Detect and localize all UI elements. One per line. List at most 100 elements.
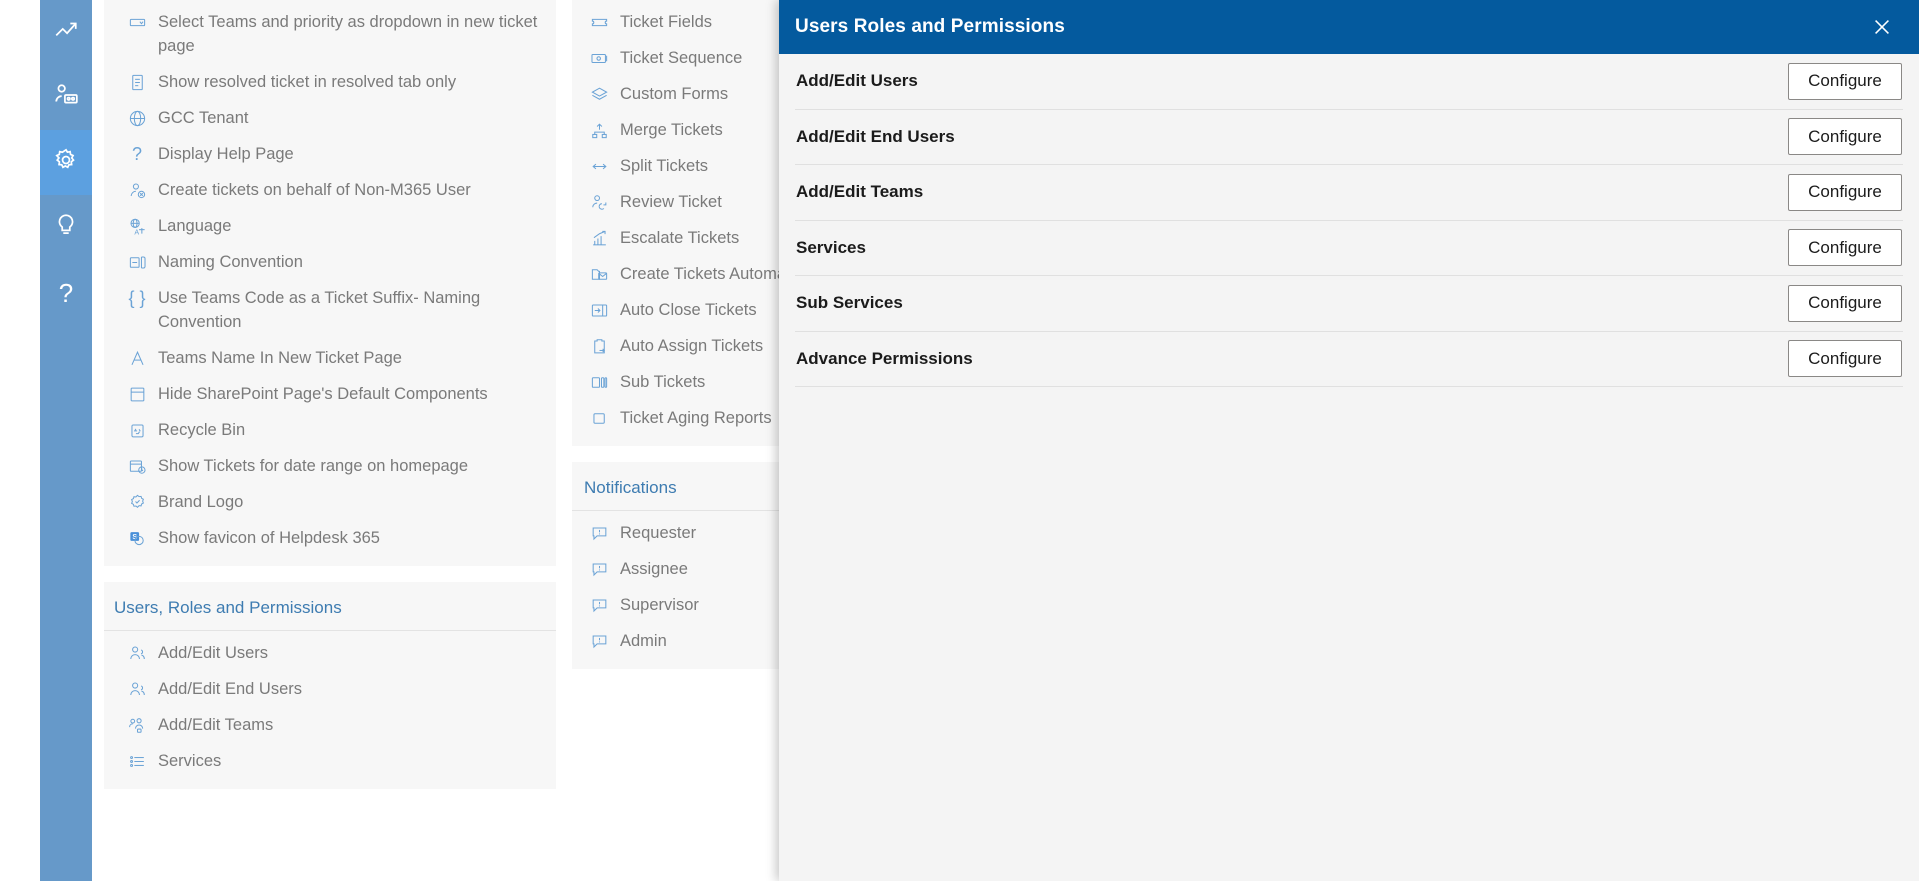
urp-label: Add/Edit Users — [158, 644, 269, 662]
dropdown-icon — [126, 11, 148, 33]
configure-button[interactable]: Configure — [1788, 340, 1902, 378]
ticket-item-ticket-fields[interactable]: Ticket Fields — [572, 4, 790, 40]
ticket-label: Custom Forms — [620, 85, 729, 103]
layers-icon — [588, 83, 610, 105]
urp-item-add-edit-users[interactable]: Add/Edit Users — [104, 635, 556, 671]
notification-label: Supervisor — [620, 596, 699, 614]
notification-label: Requester — [620, 524, 697, 542]
rail-item-analytics[interactable] — [40, 0, 92, 65]
agents-icon — [53, 82, 79, 113]
setting-item-show-tickets-date-range[interactable]: Show Tickets for date range on homepage — [104, 448, 556, 484]
analytics-icon — [53, 17, 79, 48]
clipboard-icon — [588, 335, 610, 357]
permission-row-advance-permissions: Advance Permissions Configure — [795, 332, 1903, 387]
naming-icon — [126, 251, 148, 273]
app-root: ? Select Teams and priority as dropdown … — [0, 0, 1919, 881]
escalate-icon — [588, 227, 610, 249]
ticket-item-create-tickets-automatically[interactable]: Create Tickets Automatically — [572, 256, 827, 292]
ticket-icon — [588, 11, 610, 33]
rail-item-help[interactable]: ? — [40, 260, 92, 325]
setting-label: Show Tickets for date range on homepage — [158, 457, 469, 475]
setting-item-create-tickets-non-m365[interactable]: Create tickets on behalf of Non-M365 Use… — [104, 172, 556, 208]
notification-item-supervisor[interactable]: Supervisor — [572, 587, 790, 623]
ticket-item-auto-close-tickets[interactable]: Auto Close Tickets — [572, 292, 790, 328]
urp-item-add-edit-teams[interactable]: Add/Edit Teams — [104, 707, 556, 743]
mail-folder-icon — [588, 263, 610, 285]
ticket-item-split-tickets[interactable]: Split Tickets — [572, 148, 790, 184]
rail-item-ideas[interactable] — [40, 195, 92, 260]
setting-label: Hide SharePoint Page's Default Component… — [158, 385, 488, 403]
urp-item-add-edit-end-users[interactable]: Add/Edit End Users — [104, 671, 556, 707]
teams-icon — [126, 714, 148, 736]
settings-column-one: Select Teams and priority as dropdown in… — [104, 0, 556, 789]
modal-body: Add/Edit Users Configure Add/Edit End Us… — [779, 54, 1919, 387]
sub-tickets-icon — [588, 371, 610, 393]
permission-label: Advance Permissions — [796, 348, 973, 368]
ticket-label: Auto Close Tickets — [620, 301, 757, 319]
ticket-item-ticket-sequence[interactable]: Ticket Sequence — [572, 40, 790, 76]
ticket-item-merge-tickets[interactable]: Merge Tickets — [572, 112, 790, 148]
braces-icon: { } — [128, 288, 146, 308]
users-roles-permissions-card: Users, Roles and Permissions Add/Edit Us… — [104, 582, 556, 789]
ticket-label: Merge Tickets — [620, 121, 723, 139]
urp-item-services[interactable]: Services — [104, 743, 556, 779]
badge-icon — [126, 491, 148, 513]
setting-label: Display Help Page — [158, 145, 294, 163]
ticket-item-ticket-aging-reports[interactable]: Ticket Aging Reports — [572, 400, 790, 436]
recycle-bin-icon — [126, 419, 148, 441]
urp-label: Add/Edit Teams — [158, 716, 274, 734]
notification-item-admin[interactable]: Admin — [572, 623, 790, 659]
ticket-label: Ticket Aging Reports — [620, 409, 772, 427]
ticket-item-custom-forms[interactable]: Custom Forms — [572, 76, 790, 112]
setting-item-teams-name-new-ticket[interactable]: Teams Name In New Ticket Page — [104, 340, 556, 376]
notification-item-requester[interactable]: Requester — [572, 515, 790, 551]
gear-icon — [53, 147, 79, 178]
notification-item-assignee[interactable]: Assignee — [572, 551, 790, 587]
configure-button[interactable]: Configure — [1788, 284, 1902, 322]
configure-button[interactable]: Configure — [1788, 118, 1902, 156]
ticket-item-sub-tickets[interactable]: Sub Tickets — [572, 364, 790, 400]
setting-item-language[interactable]: A Language — [104, 208, 556, 244]
permission-row-add-edit-end-users: Add/Edit End Users Configure — [795, 110, 1903, 165]
setting-item-show-resolved-tab[interactable]: Show resolved ticket in resolved tab onl… — [104, 64, 556, 100]
configure-button[interactable]: Configure — [1788, 173, 1902, 211]
page-icon — [126, 383, 148, 405]
permission-label: Sub Services — [796, 293, 903, 313]
setting-item-display-help-page[interactable]: ? Display Help Page — [104, 136, 556, 172]
user-block-icon — [126, 179, 148, 201]
configure-button[interactable]: Configure — [1788, 62, 1902, 100]
services-icon — [126, 750, 148, 772]
setting-item-naming-convention[interactable]: Naming Convention — [104, 244, 556, 280]
favicon-icon: S — [126, 527, 148, 549]
ticket-item-review-ticket[interactable]: Review Ticket — [572, 184, 790, 220]
ticket-label: Ticket Sequence — [620, 49, 743, 67]
urp-label: Services — [158, 752, 222, 770]
setting-item-show-favicon[interactable]: S Show favicon of Helpdesk 365 — [104, 520, 556, 556]
general-settings-list: Select Teams and priority as dropdown in… — [104, 0, 556, 566]
ticket-label: Ticket Fields — [620, 13, 712, 31]
setting-item-recycle-bin[interactable]: Recycle Bin — [104, 412, 556, 448]
setting-label: Teams Name In New Ticket Page — [158, 349, 402, 367]
svg-text:A: A — [134, 228, 139, 236]
setting-item-brand-logo[interactable]: Brand Logo — [104, 484, 556, 520]
setting-item-hide-sharepoint-components[interactable]: Hide SharePoint Page's Default Component… — [104, 376, 556, 412]
general-settings-card: Select Teams and priority as dropdown in… — [104, 0, 556, 566]
date-range-icon — [126, 455, 148, 477]
left-icon-rail: ? — [40, 0, 92, 881]
tickets-settings-list: Ticket Fields Ticket Sequence Custom For… — [572, 0, 827, 446]
rail-item-agents[interactable] — [40, 65, 92, 130]
ticket-label: Escalate Tickets — [620, 229, 740, 247]
setting-item-select-teams-priority[interactable]: Select Teams and priority as dropdown in… — [104, 4, 556, 64]
ticket-item-auto-assign-tickets[interactable]: Auto Assign Tickets — [572, 328, 790, 364]
setting-item-gcc-tenant[interactable]: GCC Tenant — [104, 100, 556, 136]
split-icon — [588, 155, 610, 177]
users-icon — [126, 678, 148, 700]
sequence-icon — [588, 47, 610, 69]
close-icon[interactable] — [1865, 10, 1899, 44]
setting-item-teams-code-suffix[interactable]: { } Use Teams Code as a Ticket Suffix- N… — [104, 280, 556, 340]
rail-item-settings[interactable] — [40, 130, 92, 195]
configure-button[interactable]: Configure — [1788, 229, 1902, 267]
ticket-item-escalate-tickets[interactable]: Escalate Tickets — [572, 220, 790, 256]
tickets-settings-card: Ticket Fields Ticket Sequence Custom For… — [572, 0, 827, 446]
permission-row-add-edit-users: Add/Edit Users Configure — [795, 54, 1903, 110]
